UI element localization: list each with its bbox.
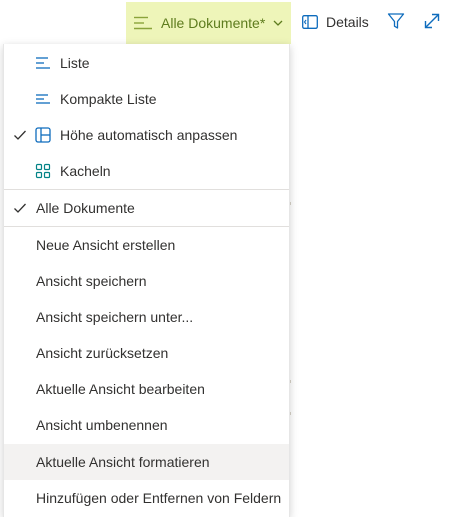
menu-item-felder-hinzufuegen-entfernen[interactable]: Hinzufügen oder Entfernen von Feldern xyxy=(4,480,289,516)
checkmark-icon xyxy=(14,203,26,213)
menu-item-liste[interactable]: Liste xyxy=(4,45,289,81)
filter-icon[interactable] xyxy=(387,12,405,30)
details-pane-icon xyxy=(302,15,318,29)
menu-item-ansicht-zuruecksetzen[interactable]: Ansicht zurücksetzen xyxy=(4,335,289,371)
view-switcher-button[interactable]: Alle Dokumente* xyxy=(126,2,291,44)
menu-item-label: Neue Ansicht erstellen xyxy=(36,237,176,253)
menu-item-kacheln[interactable]: Kacheln xyxy=(4,153,289,189)
expand-icon[interactable] xyxy=(423,12,441,30)
menu-item-ansicht-speichern[interactable]: Ansicht speichern xyxy=(4,263,289,299)
menu-item-ansicht-speichern-unter[interactable]: Ansicht speichern unter... xyxy=(4,299,289,335)
menu-item-label: Kompakte Liste xyxy=(60,91,157,107)
menu-item-label: Ansicht zurücksetzen xyxy=(36,345,169,361)
checkmark-icon xyxy=(14,130,26,140)
menu-item-kompakte-liste[interactable]: Kompakte Liste xyxy=(4,81,289,117)
command-bar: Alle Dokumente* Details xyxy=(0,0,460,44)
menu-item-hoehe-automatisch-anpassen[interactable]: Höhe automatisch anpassen xyxy=(4,117,289,153)
menu-item-label: Hinzufügen oder Entfernen von Feldern xyxy=(36,490,282,506)
list-icon xyxy=(36,57,50,69)
tiles-icon xyxy=(35,163,51,179)
menu-item-label: Liste xyxy=(60,55,90,71)
menu-item-aktuelle-ansicht-bearbeiten[interactable]: Aktuelle Ansicht bearbeiten xyxy=(4,371,289,407)
menu-item-label: Aktuelle Ansicht formatieren xyxy=(36,454,210,470)
compact-list-icon xyxy=(36,94,50,104)
current-view-label: Alle Dokumente* xyxy=(161,15,266,31)
autofit-height-icon xyxy=(35,127,51,143)
menu-item-aktuelle-ansicht-formatieren[interactable]: Aktuelle Ansicht formatieren xyxy=(4,444,289,480)
menu-item-neue-ansicht-erstellen[interactable]: Neue Ansicht erstellen xyxy=(4,227,289,263)
menu-item-label: Ansicht speichern xyxy=(36,273,147,289)
details-label: Details xyxy=(326,14,369,30)
menu-item-label: Höhe automatisch anpassen xyxy=(60,127,238,143)
chevron-down-icon xyxy=(273,20,283,26)
details-button[interactable]: Details xyxy=(302,10,369,34)
menu-item-alle-dokumente[interactable]: Alle Dokumente xyxy=(4,190,289,226)
menu-item-ansicht-umbenennen[interactable]: Ansicht umbenennen xyxy=(4,407,289,443)
list-lines-icon xyxy=(134,16,152,30)
menu-item-label: Alle Dokumente xyxy=(36,200,135,216)
view-options-menu: Liste Kompakte Liste Höhe automatisch an… xyxy=(3,44,290,517)
menu-item-label: Kacheln xyxy=(60,163,111,179)
menu-item-label: Aktuelle Ansicht bearbeiten xyxy=(36,381,205,397)
menu-item-label: Ansicht umbenennen xyxy=(36,417,168,433)
menu-item-label: Ansicht speichern unter... xyxy=(36,309,194,325)
